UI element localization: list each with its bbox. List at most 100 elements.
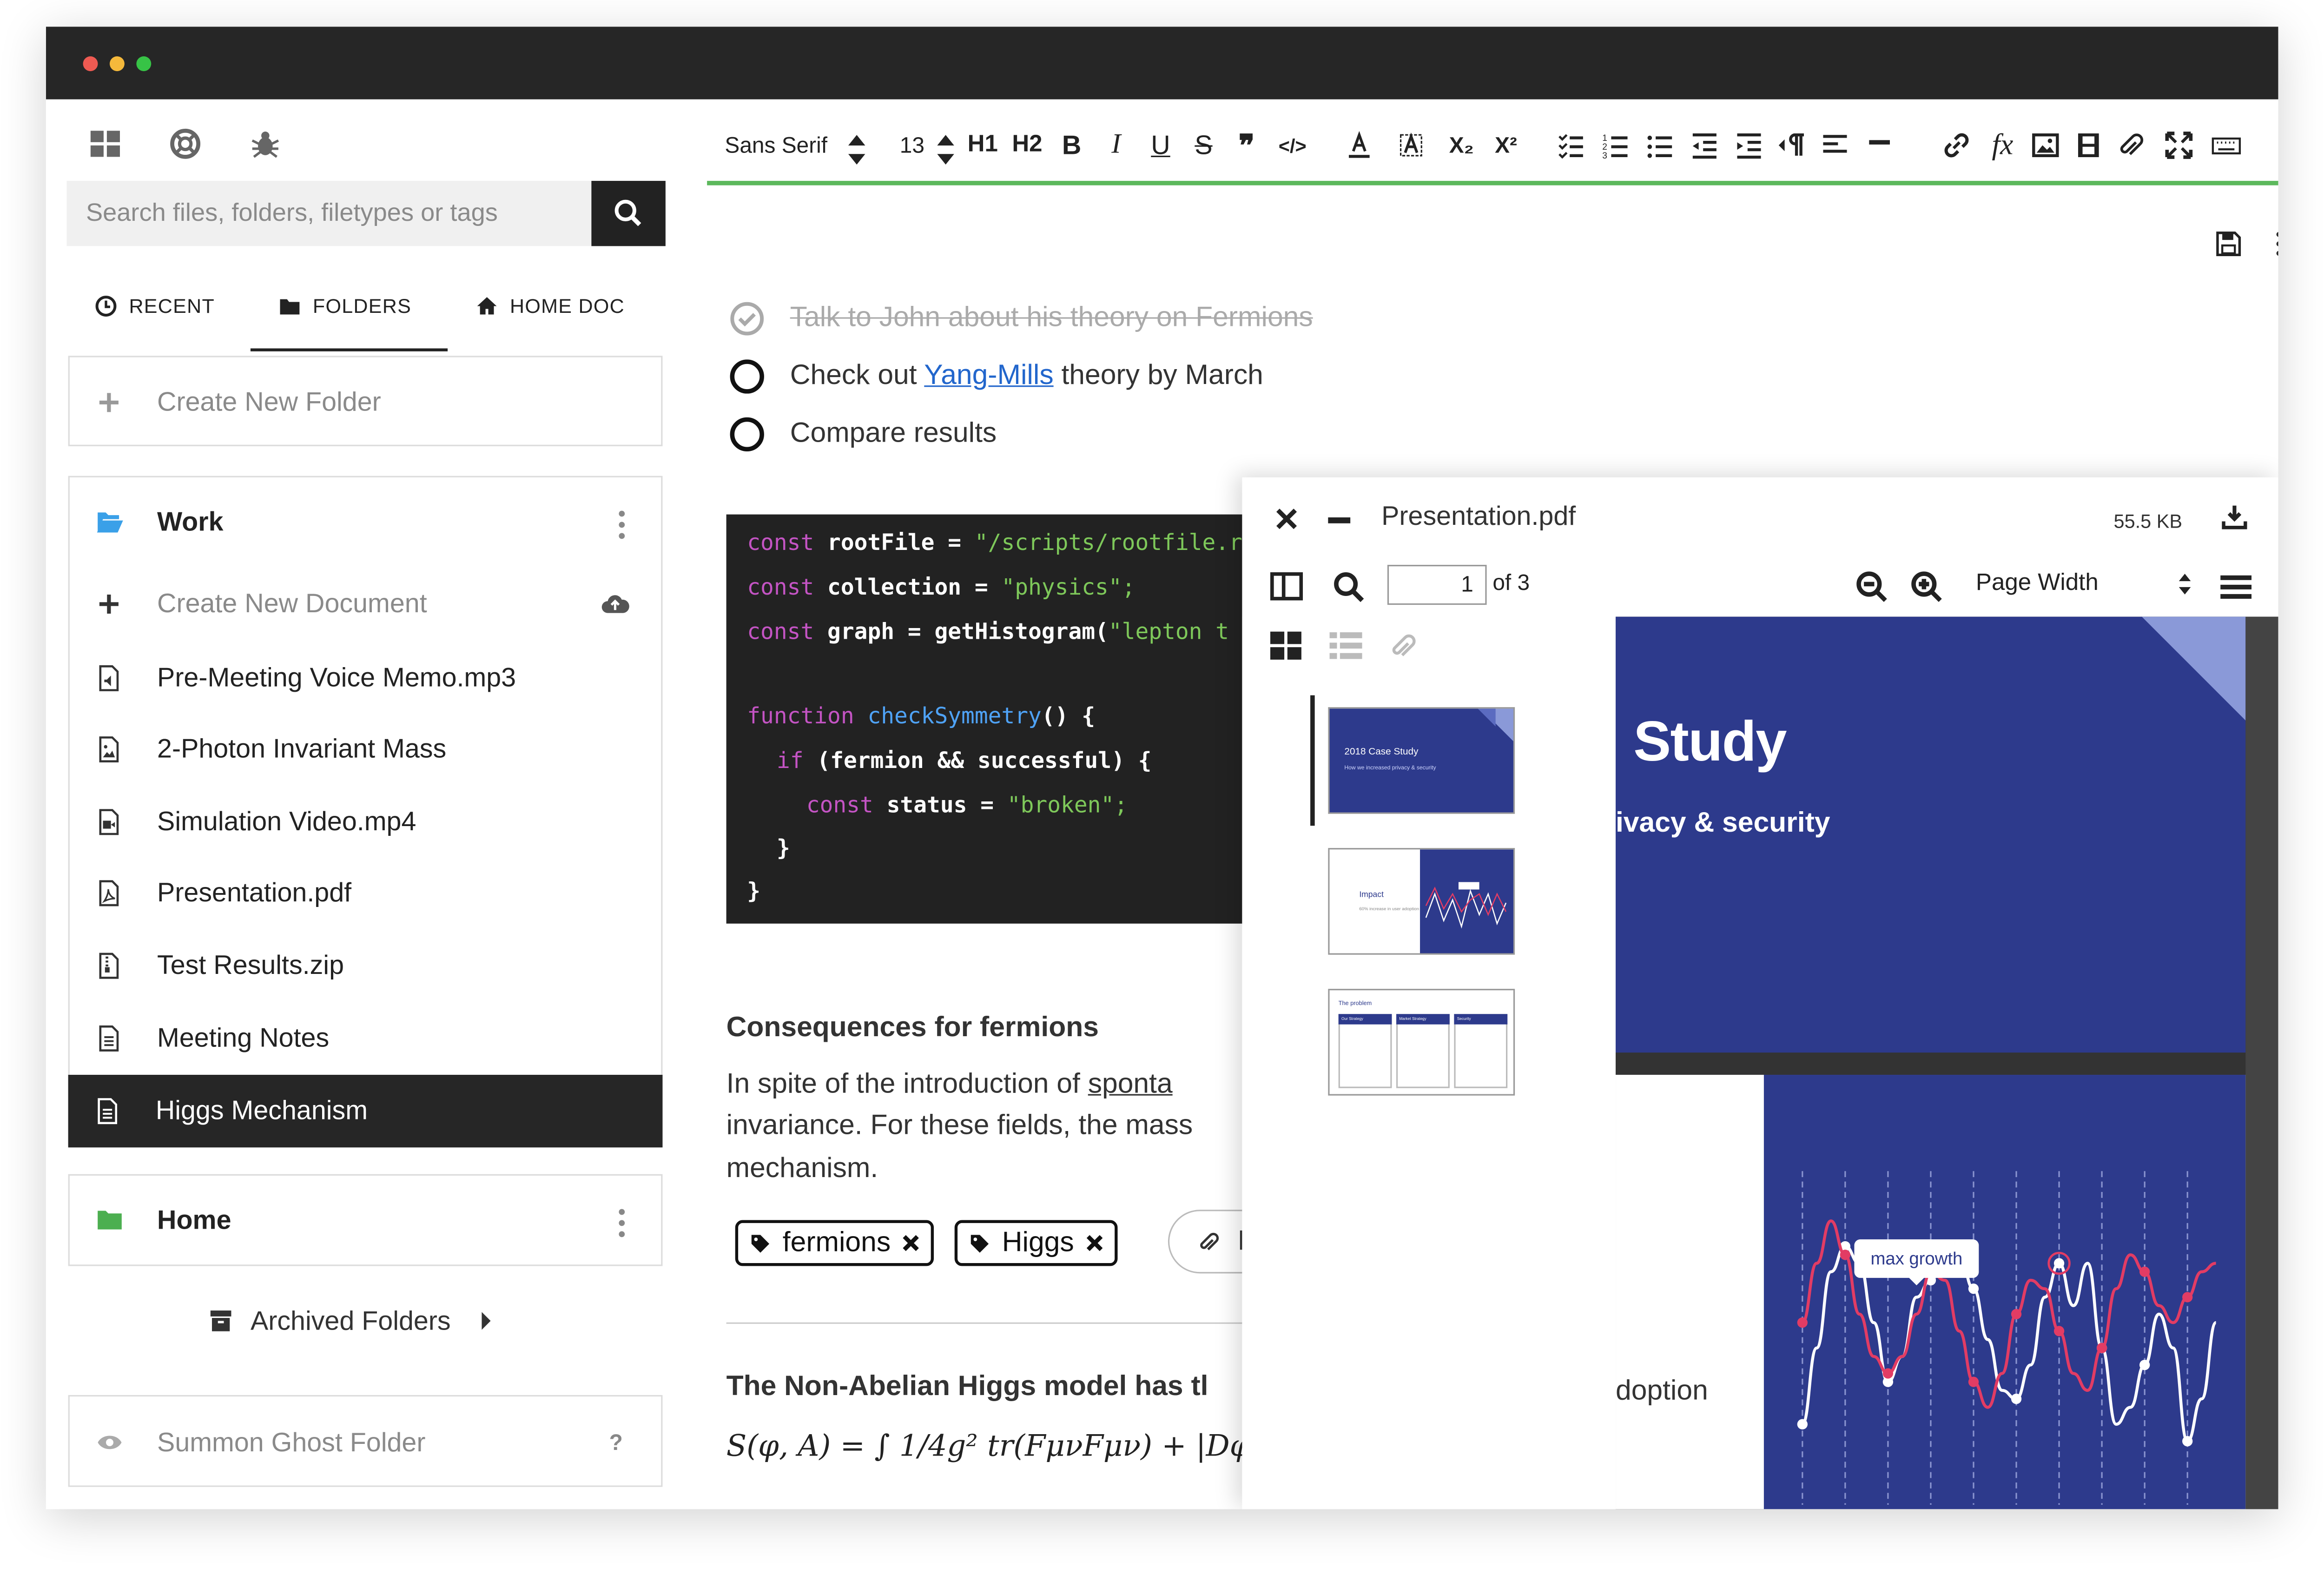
yang-mills-link[interactable]: Yang-Mills xyxy=(924,360,1053,391)
pdf-page-area[interactable]: Study ivacy & security doption max growt… xyxy=(1616,616,2278,1509)
link-icon[interactable] xyxy=(1942,129,1972,161)
text-direction-icon[interactable] xyxy=(1777,129,1807,161)
minimize-window-button[interactable] xyxy=(109,56,125,72)
tab-home-doc[interactable]: HOME DOC xyxy=(476,286,625,324)
underline-button[interactable]: U xyxy=(1146,129,1175,161)
tag-higgs[interactable]: Higgs xyxy=(954,1220,1117,1266)
search-button[interactable] xyxy=(591,181,666,246)
cloud-upload-icon[interactable] xyxy=(601,592,630,615)
search-input[interactable] xyxy=(66,181,592,246)
text-color-icon[interactable] xyxy=(1344,129,1374,161)
code-block[interactable]: const rootFile = "/scripts/rootfile.root… xyxy=(726,514,1245,924)
remove-tag-icon[interactable] xyxy=(902,1235,919,1251)
kebab-menu-icon[interactable] xyxy=(618,509,626,538)
close-icon[interactable] xyxy=(1276,509,1297,529)
heading1-button[interactable]: H1 xyxy=(965,129,1001,161)
close-window-button[interactable] xyxy=(83,56,98,72)
thumbnails-view-icon[interactable] xyxy=(1270,631,1301,660)
tab-recent[interactable]: RECENT xyxy=(95,286,215,324)
save-icon[interactable] xyxy=(2216,231,2241,257)
zoom-select[interactable]: Page Width xyxy=(1976,563,2191,605)
file-item-label: Meeting Notes xyxy=(157,1022,330,1052)
tag-fermions[interactable]: fermions xyxy=(735,1220,934,1266)
kebab-menu-icon[interactable] xyxy=(2275,231,2278,256)
bullet-list-icon[interactable] xyxy=(1645,129,1675,161)
page-thumbnail-1[interactable]: 2018 Case Study How we increased privacy… xyxy=(1328,707,1515,814)
file-item[interactable]: Pre-Meeting Voice Memo.mp3 xyxy=(70,642,661,713)
file-item[interactable]: Test Results.zip xyxy=(70,930,661,1001)
grid-icon[interactable] xyxy=(89,127,121,160)
file-item-selected[interactable]: Higgs Mechanism xyxy=(68,1074,663,1147)
paragraph-line: invariance. For these fields, the mass xyxy=(726,1110,1193,1142)
checklist-icon[interactable] xyxy=(1556,129,1586,161)
heading2-button[interactable]: H2 xyxy=(1010,129,1045,161)
data-point xyxy=(1882,1368,1894,1379)
indent-icon[interactable] xyxy=(1734,129,1764,161)
video-icon[interactable] xyxy=(2073,129,2103,161)
summon-ghost-folder-button[interactable]: Summon Ghost Folder ? xyxy=(68,1395,663,1487)
attachments-view-icon[interactable] xyxy=(1387,632,1417,662)
create-document-button[interactable]: Create New Document xyxy=(70,568,661,639)
checked-circle-icon[interactable] xyxy=(729,301,765,337)
folder-home-header[interactable]: Home xyxy=(70,1185,661,1256)
horizontal-rule-icon[interactable] xyxy=(1865,129,1895,161)
summon-ghost-folder-label: Summon Ghost Folder xyxy=(157,1427,426,1457)
svg-text:3: 3 xyxy=(1602,151,1607,160)
align-icon[interactable] xyxy=(1820,129,1850,161)
paragraph-line: mechanism. xyxy=(726,1153,878,1185)
page-number-input[interactable]: 1 xyxy=(1387,565,1487,605)
keyboard-icon[interactable] xyxy=(2210,129,2243,161)
tag-icon xyxy=(750,1233,771,1254)
code-button[interactable]: </> xyxy=(1275,129,1311,161)
file-item[interactable]: Meeting Notes xyxy=(70,1002,661,1073)
highlight-color-icon[interactable] xyxy=(1396,129,1426,161)
toggle-sidebar-icon[interactable] xyxy=(1270,572,1303,601)
file-item[interactable]: Simulation Video.mp4 xyxy=(70,786,661,857)
blockquote-button[interactable]: ❞ xyxy=(1232,129,1261,162)
zoom-in-icon[interactable] xyxy=(1911,571,1943,603)
font-family-select[interactable]: Sans Serif xyxy=(725,129,873,165)
spontaneous-link[interactable]: sponta xyxy=(1088,1069,1173,1100)
superscript-button[interactable]: X² xyxy=(1488,129,1524,161)
formula-button[interactable]: fx xyxy=(1986,128,2019,161)
data-point xyxy=(2139,1266,2150,1277)
kebab-menu-icon[interactable] xyxy=(618,1207,626,1237)
file-item[interactable]: Presentation.pdf xyxy=(70,858,661,929)
create-folder-button[interactable]: Create New Folder xyxy=(68,356,663,446)
bold-button[interactable]: B xyxy=(1057,129,1087,161)
download-icon[interactable] xyxy=(2222,504,2247,529)
image-icon[interactable] xyxy=(2031,129,2060,161)
italic-button[interactable]: I xyxy=(1101,129,1131,161)
document-icon xyxy=(95,1097,120,1125)
fullscreen-icon[interactable] xyxy=(2164,129,2194,161)
menu-icon[interactable] xyxy=(2220,574,2252,600)
subscript-button[interactable]: X₂ xyxy=(1444,129,1479,161)
todo-text: Check out Yang-Mills theory by March xyxy=(790,360,1263,391)
lifebuoy-icon[interactable] xyxy=(169,127,202,160)
maximize-window-button[interactable] xyxy=(136,56,152,72)
archived-folders-button[interactable]: Archived Folders xyxy=(209,1303,492,1339)
file-item[interactable]: 2-Photon Invariant Mass xyxy=(70,714,661,785)
tab-folders-label: FOLDERS xyxy=(312,294,412,317)
ordered-list-icon[interactable]: 123 xyxy=(1601,129,1631,161)
page-thumbnail-2[interactable]: Impact 60% increase in user adoption xyxy=(1328,848,1515,955)
folder-work-header[interactable]: Work xyxy=(70,486,661,557)
unchecked-circle-icon[interactable] xyxy=(729,359,765,395)
search-icon[interactable] xyxy=(1333,571,1365,603)
outline-view-icon[interactable] xyxy=(1329,632,1362,660)
bug-icon[interactable] xyxy=(249,127,282,160)
page-thumbnail-3[interactable]: The problem Our Strategy Market Strategy… xyxy=(1328,989,1515,1096)
editor: Sans Serif 13 H1 H2 B I U S ❞ </> X₂ X² … xyxy=(707,99,2278,1509)
minimize-icon[interactable] xyxy=(1328,517,1351,523)
attachment-icon[interactable] xyxy=(2115,129,2145,161)
formula[interactable]: S(φ, A) = ∫ 1/4g² tr(FμνFμν) + |Dφ|² + xyxy=(726,1428,1307,1463)
remove-tag-icon[interactable] xyxy=(1086,1235,1102,1251)
unchecked-circle-icon[interactable] xyxy=(729,417,765,452)
font-size-select[interactable]: 13 xyxy=(900,129,954,165)
help-icon[interactable]: ? xyxy=(609,1430,623,1455)
zoom-out-icon[interactable] xyxy=(1856,571,1888,603)
outdent-icon[interactable] xyxy=(1690,129,1719,161)
page-scrollbar[interactable] xyxy=(2245,616,2278,1509)
strikethrough-button[interactable]: S xyxy=(1189,129,1219,161)
tab-folders[interactable]: FOLDERS xyxy=(279,286,412,324)
